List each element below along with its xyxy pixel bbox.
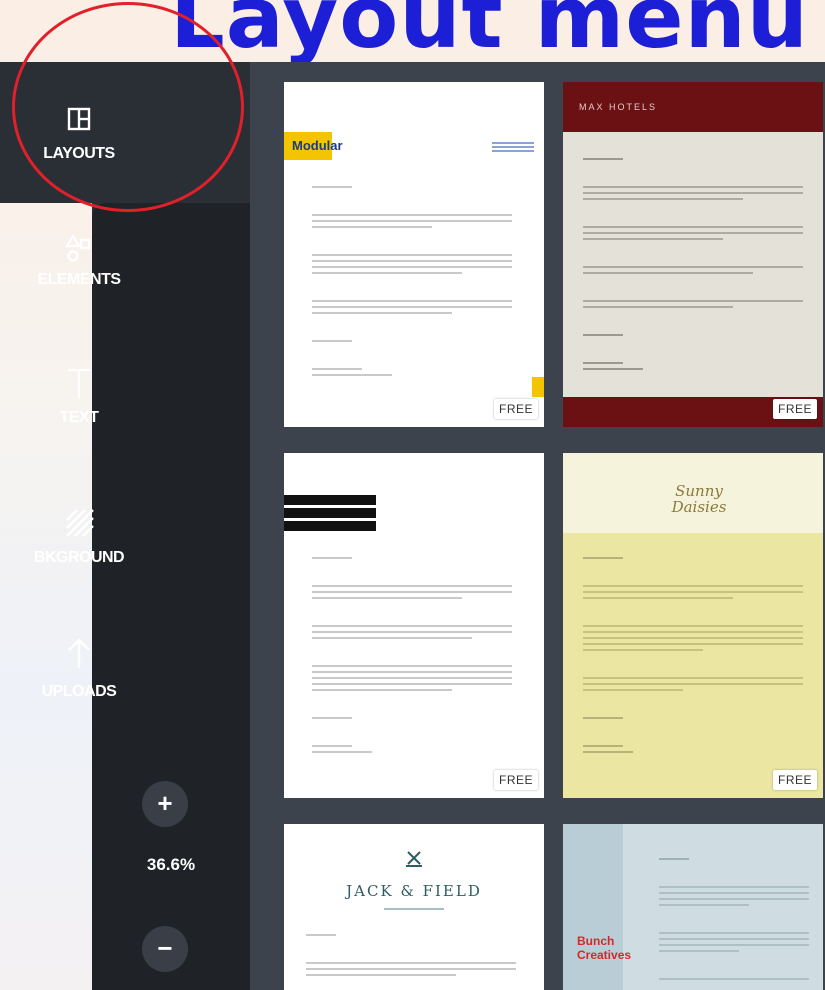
body-text [583, 553, 803, 757]
template-card-modular[interactable]: Modular FREE [284, 82, 544, 427]
elements-icon [65, 233, 91, 262]
page-heading: Layout menu [170, 0, 809, 68]
template-card-jack-field[interactable]: JACK & FIELD [284, 824, 544, 990]
free-badge: FREE [772, 770, 817, 790]
template-logo: JACK & FIELD [346, 882, 482, 900]
template-logo: Modular [292, 138, 343, 153]
template-logo: MAX HOTELS [579, 102, 658, 112]
free-badge: FREE [493, 770, 538, 790]
sidebar-item-label: BKGROUND [33, 549, 125, 566]
sidebar-item-label: TEXT [59, 409, 99, 426]
corner-accent [532, 377, 544, 397]
free-badge: FREE [772, 399, 817, 419]
body-text [312, 553, 512, 757]
sidebar-item-text[interactable]: TEXT [0, 360, 158, 460]
sidebar-item-label: ELEMENTS [37, 271, 121, 288]
zoom-in-button[interactable]: + [142, 781, 188, 827]
tagline-line [384, 904, 444, 914]
body-text [659, 854, 809, 984]
address-lines [492, 140, 534, 154]
template-card-max-hotels[interactable]: MAX HOTELS FREE [563, 82, 823, 427]
text-icon [68, 368, 90, 398]
sidebar-item-label: UPLOADS [41, 683, 117, 700]
side-panel [563, 824, 623, 990]
template-card-bunch-creatives[interactable]: Bunch Creatives [563, 824, 823, 990]
body-text [306, 930, 516, 990]
template-logo: Sunny Daisies [671, 482, 727, 516]
free-badge: FREE [493, 399, 538, 419]
sidebar-item-background[interactable]: BKGROUND [0, 500, 158, 600]
uploads-icon [68, 638, 90, 668]
sidebar-item-uploads[interactable]: UPLOADS [0, 630, 158, 730]
template-card-black-header[interactable]: FREE [284, 453, 544, 798]
header-bar [284, 508, 376, 518]
template-logo: Bunch Creatives [577, 934, 632, 962]
background-icon [66, 509, 94, 537]
highlight-circle [12, 2, 244, 212]
body-text [583, 154, 803, 374]
header-bar [284, 495, 376, 505]
zoom-level: 36.6% [146, 855, 196, 874]
header-bar [284, 521, 376, 531]
zoom-out-button[interactable]: − [142, 926, 188, 972]
body-text [312, 182, 512, 380]
sidebar-item-elements[interactable]: ELEMENTS [0, 230, 158, 330]
template-card-sunny-daisies[interactable]: Sunny Daisies FREE [563, 453, 823, 798]
logo-emblem-icon [406, 851, 422, 867]
